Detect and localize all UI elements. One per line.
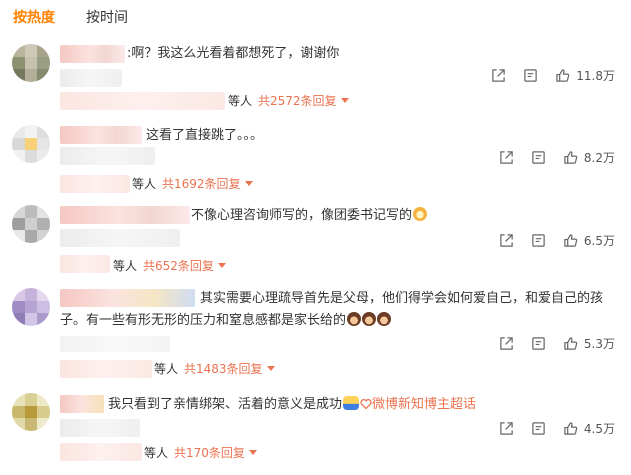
comment-item: 我只看到了亲情绑架、活着的意义是成功 微博新知博主超话 4.5万 等人 共170条回… (0, 393, 631, 473)
reply-prefix: 等人 (228, 94, 253, 108)
share-icon[interactable] (491, 68, 506, 83)
comment-text-body: 不像心理咨询师写的，像团委书记写的 (191, 208, 413, 223)
share-icon[interactable] (499, 336, 514, 351)
shrug-emoji-icon (343, 396, 360, 410)
comment-icon[interactable] (531, 233, 546, 248)
comment-text: 不像心理咨询师写的，像团委书记写的 (191, 205, 428, 227)
like-icon[interactable] (555, 68, 570, 83)
supertopic-link[interactable]: 微博新知博主超话 (372, 397, 476, 412)
reply-count[interactable]: 共170条回复 (174, 446, 245, 460)
caret-down-icon[interactable] (340, 98, 349, 103)
comment-icon[interactable] (531, 150, 546, 165)
reply-summary[interactable]: 等人 共170条回复 (140, 444, 257, 462)
like-count: 4.5万 (583, 421, 615, 436)
avatar[interactable] (12, 125, 50, 163)
avatar[interactable] (12, 44, 50, 82)
comment-item: :啊？我这么光看着都想死了，谢谢你 11.8万 等人 共2572条回复 (0, 42, 631, 120)
username-blurred[interactable] (60, 45, 125, 63)
comment-actions: 4.5万 (482, 419, 615, 437)
emoji-icon (413, 207, 428, 221)
comment-text: 这看了直接跳了。。。 (146, 128, 264, 143)
like-count: 6.5万 (583, 233, 615, 248)
blurred-content (60, 336, 170, 352)
like-icon[interactable] (563, 233, 578, 248)
emoji-icon (377, 312, 392, 326)
reply-prefix: 等人 (132, 177, 157, 191)
blurred-content (60, 229, 180, 247)
reply-summary[interactable]: 等人 共1692条回复 (128, 175, 253, 193)
emoji-icon (362, 312, 377, 326)
blurred-content (60, 69, 122, 87)
comment-text-body: 我只看到了亲情绑架、活着的意义是成功 (108, 397, 343, 412)
reply-prefix: 等人 (144, 446, 169, 460)
avatar[interactable] (12, 393, 50, 431)
reply-count[interactable]: 共1692条回复 (162, 177, 241, 191)
reply-summary[interactable]: 等人 共652条回复 (109, 257, 226, 275)
blurred-repliers (60, 175, 130, 193)
blurred-content (60, 147, 155, 165)
username-blurred[interactable] (60, 206, 190, 224)
avatar[interactable] (12, 288, 50, 326)
comment-actions: 6.5万 (482, 231, 615, 249)
comment-icon[interactable] (531, 421, 546, 436)
comment-text-body: 其实需要心理疏导首先是父母，他们得学会如何爱自己，和爱自己的孩子。有一些有形无形… (60, 291, 604, 328)
like-count: 8.2万 (583, 150, 615, 165)
comment-icon[interactable] (523, 68, 538, 83)
reply-prefix: 等人 (113, 259, 138, 273)
share-icon[interactable] (499, 421, 514, 436)
blurred-repliers (60, 92, 225, 110)
blurred-repliers (60, 360, 152, 378)
like-icon[interactable] (563, 421, 578, 436)
comment-item: 其实需要心理疏导首先是父母，他们得学会如何爱自己，和爱自己的孩子。有一些有形无形… (0, 288, 631, 378)
comment-actions: 8.2万 (482, 148, 615, 166)
comment-text: 其实需要心理疏导首先是父母，他们得学会如何爱自己，和爱自己的孩子。有一些有形无形… (60, 288, 615, 332)
emoji-icon (347, 312, 362, 326)
tab-time[interactable]: 按时间 (86, 8, 128, 28)
comment-actions: 5.3万 (482, 334, 615, 352)
comment-actions: 11.8万 (474, 66, 615, 84)
caret-down-icon[interactable] (244, 181, 253, 186)
like-count: 11.8万 (576, 68, 615, 83)
reply-summary[interactable]: 等人 共1483条回复 (150, 360, 275, 378)
comment-icon[interactable] (531, 336, 546, 351)
reply-count[interactable]: 共2572条回复 (258, 94, 337, 108)
blurred-repliers (60, 255, 110, 273)
like-count: 5.3万 (583, 336, 615, 351)
like-icon[interactable] (563, 336, 578, 351)
username-blurred[interactable] (60, 126, 142, 144)
share-icon[interactable] (499, 150, 514, 165)
tab-hot[interactable]: 按热度 (13, 8, 55, 28)
caret-down-icon[interactable] (217, 263, 226, 268)
reply-prefix: 等人 (154, 362, 179, 376)
username-blurred[interactable] (60, 395, 104, 413)
caret-down-icon[interactable] (248, 450, 257, 455)
blurred-content (60, 419, 140, 437)
reply-count[interactable]: 共652条回复 (143, 259, 214, 273)
sort-tabs: 按热度 按时间 (0, 0, 631, 36)
caret-down-icon[interactable] (266, 366, 275, 371)
like-icon[interactable] (563, 150, 578, 165)
reply-summary[interactable]: 等人 共2572条回复 (224, 92, 349, 110)
comment-text: :啊？我这么光看着都想死了，谢谢你 (127, 46, 340, 61)
blurred-repliers (60, 443, 142, 461)
comment-item: 不像心理咨询师写的，像团委书记写的 6.5万 等人 共652条回复 (0, 205, 631, 280)
share-icon[interactable] (499, 233, 514, 248)
supertopic-icon (360, 399, 372, 410)
avatar[interactable] (12, 205, 50, 243)
reply-count[interactable]: 共1483条回复 (184, 362, 263, 376)
comment-item: 这看了直接跳了。。。 8.2万 等人 共1692条回复 (0, 125, 631, 200)
comment-text: 我只看到了亲情绑架、活着的意义是成功 微博新知博主超话 (108, 394, 476, 416)
